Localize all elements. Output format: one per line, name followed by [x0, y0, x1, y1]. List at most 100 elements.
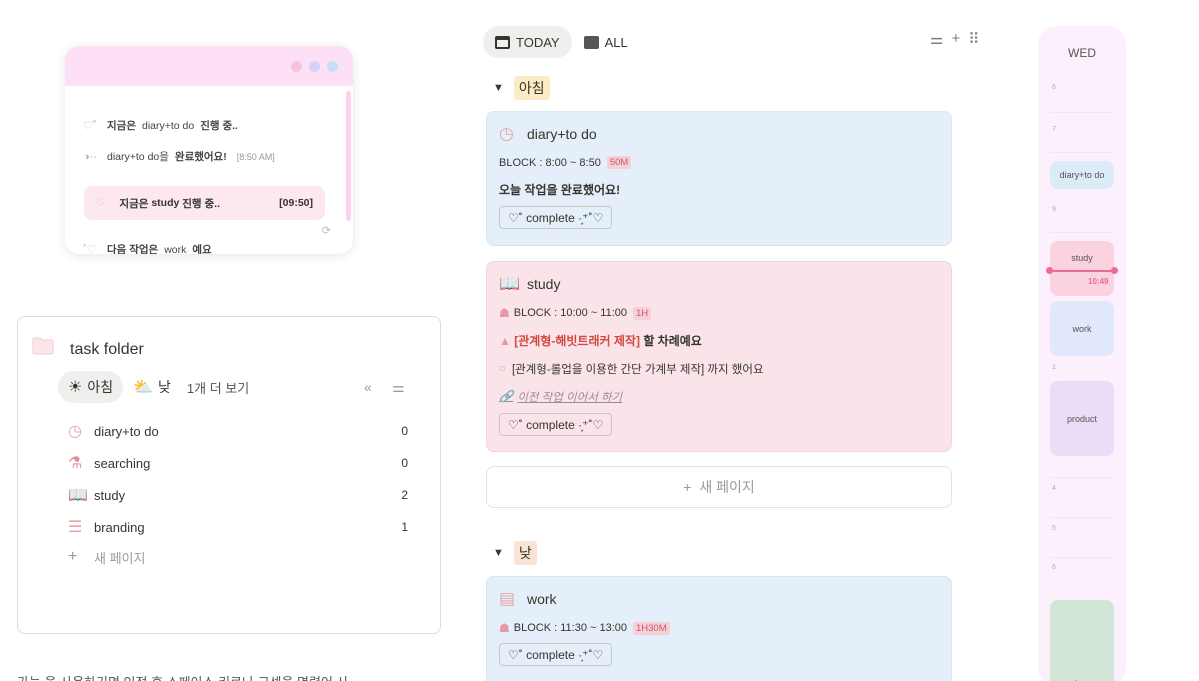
calendar-event-product[interactable]: product	[1050, 381, 1114, 456]
list-item[interactable]: 📖 study 2	[68, 479, 408, 511]
list-item-count: 0	[401, 456, 408, 470]
link-icon: 🔗	[499, 391, 514, 403]
card-title-row: ▤ work	[499, 589, 939, 609]
new-page-row[interactable]: + 새 페이지	[68, 543, 408, 571]
current-task-banner: ♡ 지금은 study 진행 중.. [09:50]	[84, 186, 325, 220]
sun-icon: ☀	[68, 379, 83, 396]
complete-button[interactable]: ♡˚ complete ·͙⁺˚♡	[499, 413, 613, 436]
card-title[interactable]: diary+to do	[527, 126, 597, 142]
collapse-icon[interactable]: «	[364, 379, 372, 395]
card-block-time: BLOCK : 8:00 ~ 8:50 50M	[499, 156, 939, 169]
list-item-count: 2	[401, 488, 408, 502]
view-tabs: TODAY ALL	[483, 26, 640, 58]
list-item-count: 0	[401, 424, 408, 438]
filter-icon[interactable]: ⚌	[930, 30, 943, 48]
window-dot-pink	[291, 61, 302, 72]
status-prefix: 다음 작업은	[107, 244, 159, 254]
hour-label: 6	[1052, 84, 1056, 91]
window-dot-purple	[309, 61, 320, 72]
progress-note: ○ [관계형-롤업을 이용한 간단 가계부 제작] 까지 했어요	[499, 361, 939, 377]
folder-icon	[32, 337, 54, 355]
show-more-link[interactable]: 1개 더 보기	[187, 378, 249, 397]
hour-gridline	[1050, 152, 1114, 153]
card-title-row: ◷ diary+to do	[499, 124, 939, 144]
toggle-triangle-icon[interactable]: ▼	[493, 547, 504, 559]
tab-today[interactable]: TODAY	[483, 26, 572, 58]
continue-link-row[interactable]: 🔗 이전 작업 이어서 하기	[499, 389, 939, 405]
new-page-label: 새 페이지	[94, 550, 146, 566]
list-item-label: study	[94, 487, 126, 503]
plus-icon: +	[683, 479, 692, 495]
status-suffix: 완료했어요!	[174, 151, 227, 163]
tab-label: 낮	[158, 379, 171, 395]
list-item[interactable]: ☰ branding 1	[68, 511, 408, 543]
complete-button[interactable]: ♡˚ complete ·͙⁺˚♡	[499, 643, 613, 666]
book-icon: 📖	[499, 274, 521, 293]
card-title[interactable]: work	[527, 591, 557, 607]
tab-morning[interactable]: ☀ 아침	[58, 371, 124, 403]
toggle-triangle-icon[interactable]: ▼	[493, 82, 504, 94]
calendar-icon	[495, 35, 510, 49]
task-card-diary[interactable]: ◷ diary+to do BLOCK : 8:00 ~ 8:50 50M 오늘…	[486, 111, 952, 246]
drag-handle-icon[interactable]: ⠿	[968, 30, 979, 48]
card-block-time: ☗ BLOCK : 11:30 ~ 13:00 1H30M	[499, 621, 939, 635]
list-item-count: 1	[401, 520, 408, 534]
status-line-next: ˚♡ 다음 작업은 work 예요	[83, 242, 212, 255]
view-toolbar: ⚌ + ⠿	[930, 30, 979, 48]
status-suffix: 진행 중..	[200, 120, 238, 132]
card-block-time: ☗ BLOCK : 10:00 ~ 11:00 1H	[499, 306, 939, 320]
tab-label: 아침	[87, 379, 114, 395]
tab-noon[interactable]: ⛅ 낮	[123, 371, 181, 403]
new-page-button[interactable]: + 새 페이지	[486, 466, 952, 508]
next-todo: ▲ [관계형-해빗트래커 제작] 할 차례예요	[499, 332, 939, 349]
group-morning[interactable]: ▼ 아침	[493, 76, 550, 100]
group-noon[interactable]: ▼ 낮	[493, 541, 537, 565]
filter-icon[interactable]: ⚌	[392, 379, 405, 396]
moon-icon: ◑··	[83, 150, 97, 163]
tab-all[interactable]: ALL	[572, 26, 640, 58]
hint-text: 가늘 을 사용하기면 인적 후 스페이스 키르나 고센을 명령어 사	[17, 672, 349, 681]
task-card-study[interactable]: 📖 study ☗ BLOCK : 10:00 ~ 11:00 1H ▲ [관계…	[486, 261, 952, 452]
status-line-done: ◑·· diary+to do을 완료했어요! [8:50 AM]	[83, 149, 275, 164]
calendar-day-label: WED	[1068, 46, 1096, 60]
status-task: diary+to do	[141, 119, 195, 132]
continue-link[interactable]: 이전 작업 이어서 하기	[517, 389, 622, 405]
warning-icon: ▲	[499, 334, 511, 348]
card-title-row: 📖 study	[499, 274, 939, 294]
plus-icon: +	[68, 548, 78, 565]
hour-gridline	[1050, 232, 1114, 233]
hour-gridline	[1050, 517, 1114, 518]
cloud-sun-icon: ⛅	[133, 379, 154, 396]
cake-icon: ☗	[499, 306, 510, 320]
current-time-dot	[1046, 267, 1053, 274]
status-suffix: 예요	[192, 244, 212, 254]
hour-gridline	[1050, 557, 1114, 558]
calendar-event-work[interactable]: work	[1050, 301, 1114, 356]
status-prefix: 지금은	[119, 197, 149, 210]
status-task: diary+to do을	[107, 151, 169, 163]
list-item[interactable]: ◷ diary+to do 0	[68, 415, 408, 447]
window-dot-blue	[327, 61, 338, 72]
task-folder-tabs: ☀ 아침 ⛅ 낮 1개 더 보기	[58, 371, 249, 403]
refresh-icon[interactable]: ⟳	[322, 224, 331, 237]
hour-label: 9	[1052, 206, 1056, 213]
status-widget: ♡˚ 지금은 diary+to do 진행 중.. ◑·· diary+to d…	[65, 46, 353, 254]
flask-icon: ⚗	[68, 455, 83, 472]
task-list: ◷ diary+to do 0 ⚗ searching 0 📖 study 2 …	[68, 415, 408, 571]
hour-label: 5	[1052, 525, 1056, 532]
hour-gridline	[1050, 477, 1114, 478]
calendar-event-free[interactable]: free	[1050, 600, 1114, 681]
list-item-label: branding	[94, 519, 145, 535]
list-item[interactable]: ⚗ searching 0	[68, 447, 408, 479]
todo-suffix: 할 차례예요	[643, 334, 702, 348]
complete-button[interactable]: ♡˚ complete ·͙⁺˚♡	[499, 206, 613, 229]
card-title[interactable]: study	[527, 276, 560, 292]
current-time-line	[1048, 270, 1114, 272]
status-line-current: ♡˚ 지금은 diary+to do 진행 중..	[83, 118, 238, 133]
calendar-event-study[interactable]: study	[1050, 241, 1114, 296]
duration-badge: 1H30M	[633, 621, 670, 635]
add-icon[interactable]: +	[951, 30, 960, 48]
widget-scrollbar[interactable]	[346, 91, 351, 221]
calendar-event-diary[interactable]: diary+to do	[1050, 161, 1114, 189]
task-card-work[interactable]: ▤ work ☗ BLOCK : 11:30 ~ 13:00 1H30M ♡˚ …	[486, 576, 952, 681]
